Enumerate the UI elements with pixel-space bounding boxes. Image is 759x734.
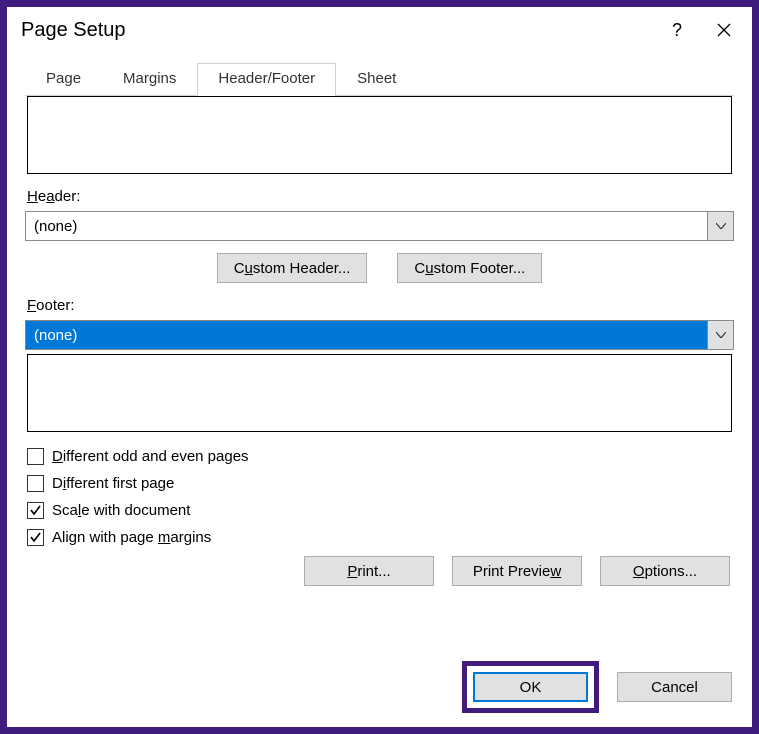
tab-margins-label: Margins — [123, 70, 176, 87]
chevron-down-icon — [716, 332, 726, 338]
check-scale-doc[interactable]: Scale with document — [27, 502, 734, 519]
custom-buttons-row: Custom Header... Custom Footer... — [25, 253, 734, 283]
titlebar: Page Setup ? — [7, 7, 752, 53]
options-button[interactable]: Options... — [600, 556, 730, 586]
tab-sheet-label: Sheet — [357, 70, 396, 87]
header-footer-pane: HeaHeader:der: (none) Custom Header... C… — [25, 96, 734, 586]
tab-hf-label: Header/Footer — [218, 70, 315, 87]
header-preview — [27, 96, 732, 174]
dialog-title: Page Setup — [21, 19, 126, 42]
header-label: HeaHeader:der: — [27, 188, 734, 205]
header-combo-arrow[interactable] — [707, 212, 733, 240]
footer-label: Footer:Footer: — [27, 297, 734, 314]
help-button[interactable]: ? — [657, 15, 697, 45]
content-area: Page Margins Header/Footer Sheet HeaHead… — [7, 53, 752, 586]
custom-header-button[interactable]: Custom Header... — [217, 253, 368, 283]
cancel-label: Cancel — [651, 679, 698, 696]
close-icon — [717, 23, 731, 37]
ok-highlight: OK — [462, 661, 599, 713]
footer-combo-value: (none) — [26, 321, 707, 349]
help-icon: ? — [672, 20, 682, 41]
custom-footer-button[interactable]: Custom Footer... — [397, 253, 542, 283]
page-setup-dialog: Page Setup ? Page Margins Header/Footer … — [7, 7, 752, 727]
tab-page-label: Page — [46, 70, 81, 87]
check-diff-first[interactable]: Different first page — [27, 475, 734, 492]
checkbox-group: Different odd and even pages Different f… — [27, 448, 734, 546]
print-preview-button[interactable]: Print Preview — [452, 556, 582, 586]
check-align-margins[interactable]: Align with page margins — [27, 529, 734, 546]
check-diff-first-label: Different first page — [52, 475, 174, 492]
check-align-label: Align with page margins — [52, 529, 211, 546]
dialog-footer-buttons: OK Cancel — [462, 661, 732, 713]
header-combo[interactable]: (none) — [25, 211, 734, 241]
tab-margins[interactable]: Margins — [102, 63, 197, 96]
check-diff-odd-label: Different odd and even pages — [52, 448, 249, 465]
chevron-down-icon — [716, 223, 726, 229]
close-button[interactable] — [704, 15, 744, 45]
cancel-button[interactable]: Cancel — [617, 672, 732, 702]
check-icon — [30, 532, 41, 543]
header-combo-value: (none) — [26, 212, 707, 240]
check-scale-label: Scale with document — [52, 502, 190, 519]
tab-sheet[interactable]: Sheet — [336, 63, 417, 96]
print-button[interactable]: Print... — [304, 556, 434, 586]
checkbox-scale[interactable] — [27, 502, 44, 519]
ok-button[interactable]: OK — [473, 672, 588, 702]
checkbox-diff-first[interactable] — [27, 475, 44, 492]
footer-preview — [27, 354, 732, 432]
tab-strip: Page Margins Header/Footer Sheet — [25, 63, 734, 96]
checkbox-align[interactable] — [27, 529, 44, 546]
footer-combo[interactable]: (none) — [25, 320, 734, 350]
check-icon — [30, 505, 41, 516]
ok-label: OK — [520, 679, 542, 696]
check-diff-odd-even[interactable]: Different odd and even pages — [27, 448, 734, 465]
footer-combo-arrow[interactable] — [707, 321, 733, 349]
action-buttons-row: Print... Print Preview Options... — [25, 556, 734, 586]
tab-page[interactable]: Page — [25, 63, 102, 96]
tab-header-footer[interactable]: Header/Footer — [197, 63, 336, 96]
checkbox-diff-odd[interactable] — [27, 448, 44, 465]
